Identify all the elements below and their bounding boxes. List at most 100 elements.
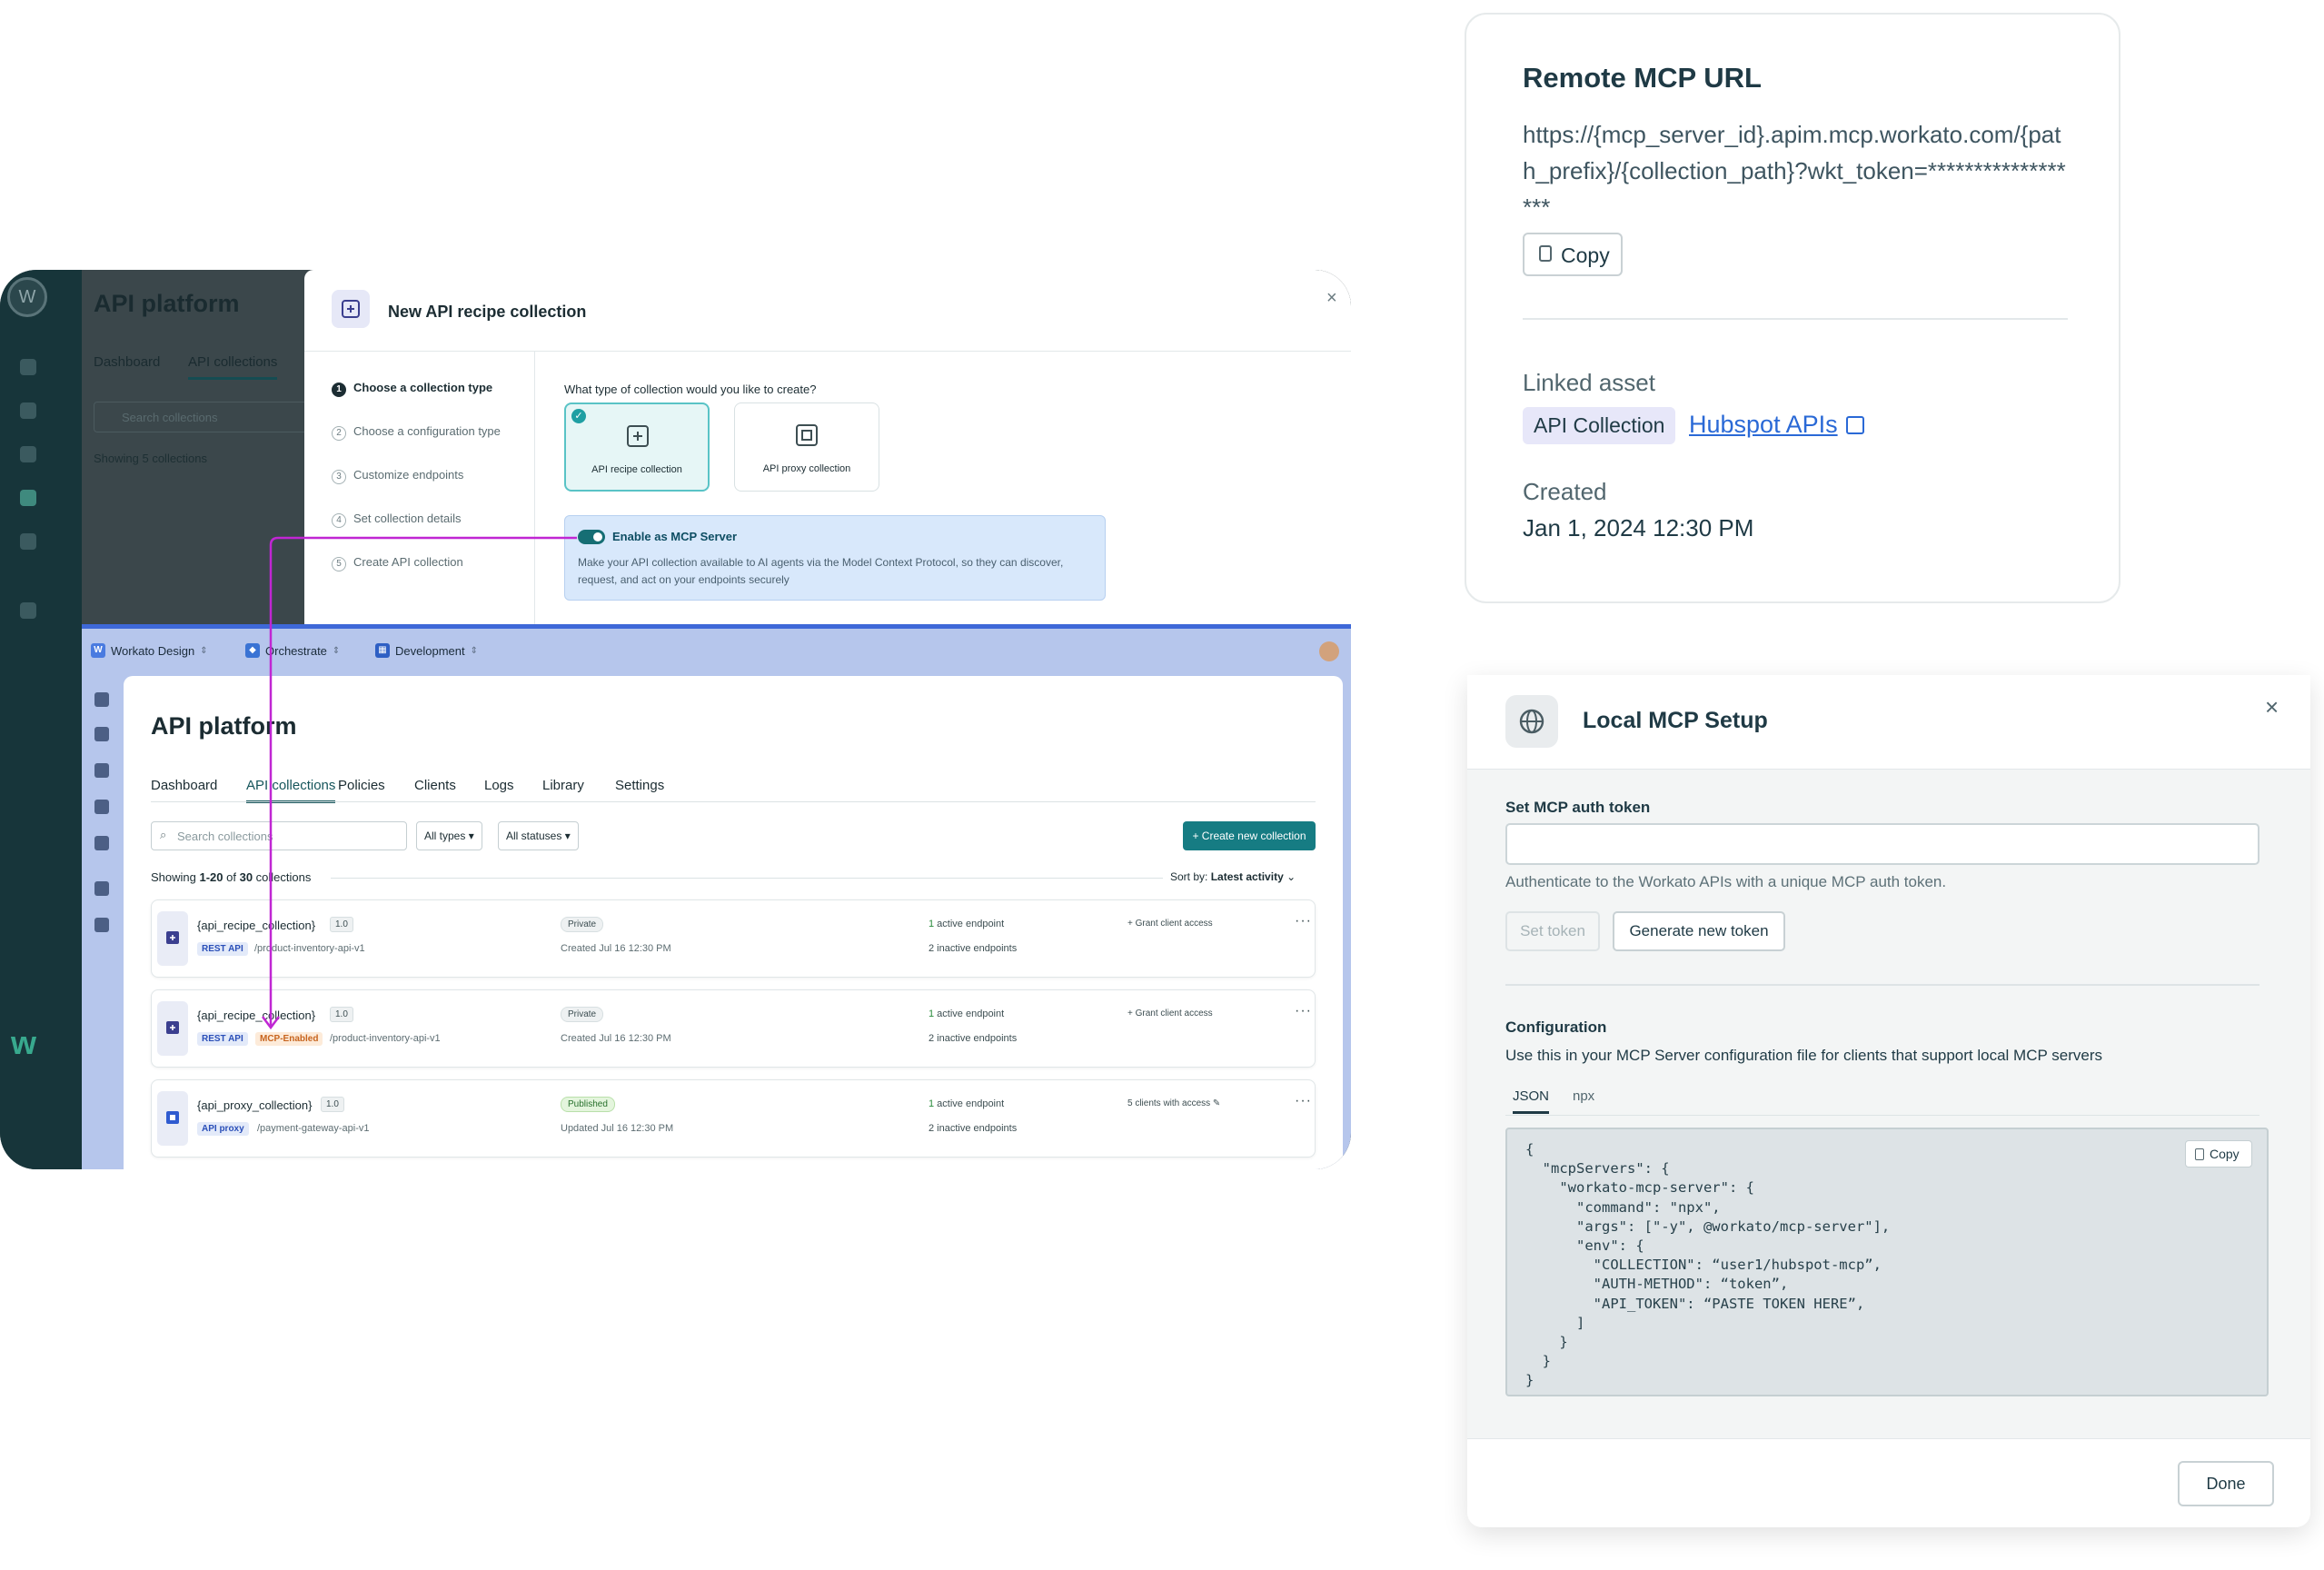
inactive-endpoints: 2 inactive endpoints xyxy=(929,943,1018,954)
collection-icon xyxy=(332,290,370,328)
nav-doc-icon[interactable] xyxy=(20,602,36,619)
type-filter-select[interactable]: All types ▾ xyxy=(416,821,482,850)
workspace-bar: W Workato Design ⇕ ◆ Orchestrate ⇕ ▦ Developm… xyxy=(82,629,1351,674)
breadcrumb-workspace[interactable]: W Workato Design ⇕ xyxy=(91,643,208,658)
tab-settings[interactable]: Settings xyxy=(615,778,664,793)
step-number: 3 xyxy=(332,470,346,484)
workspace-avatar[interactable]: W xyxy=(7,277,47,317)
mcp-server-toggle[interactable] xyxy=(578,530,605,544)
close-icon[interactable]: × xyxy=(2265,693,2279,721)
tab-library[interactable]: Library xyxy=(542,778,584,793)
option-label: API proxy collection xyxy=(762,463,851,474)
set-token-button[interactable]: Set token xyxy=(1505,911,1600,951)
done-button[interactable]: Done xyxy=(2178,1461,2274,1506)
workspace-icon: W xyxy=(91,643,105,658)
auth-token-label: Set MCP auth token xyxy=(1505,799,1651,816)
tab-api-collections[interactable]: API collections xyxy=(246,778,336,803)
auth-token-input[interactable] xyxy=(1505,823,2259,865)
nav-magic-icon[interactable] xyxy=(94,727,109,741)
chevron-updown-icon: ⇕ xyxy=(200,645,208,656)
option-api-recipe-collection[interactable]: ✓ API recipe collection xyxy=(564,402,710,492)
linked-asset-link[interactable]: Hubspot APIs xyxy=(1689,411,1838,439)
background-tab-dashboard[interactable]: Dashboard xyxy=(94,354,160,370)
nav-book-icon[interactable] xyxy=(20,446,36,462)
active-endpoints: 1 active endpoint xyxy=(929,1009,1004,1019)
sort-select[interactable]: Sort by: Latest activity ⌄ xyxy=(1163,870,1296,883)
card-divider xyxy=(1523,318,2068,320)
tab-npx[interactable]: npx xyxy=(1573,1088,1594,1104)
more-options-icon[interactable]: ··· xyxy=(1295,913,1312,929)
api-type-badge: REST API xyxy=(197,1032,248,1046)
new-collection-modal: New API recipe collection × 1 Choose a co… xyxy=(304,270,1351,633)
external-link-icon[interactable] xyxy=(1846,416,1864,434)
status-badge: Private xyxy=(561,1007,604,1022)
wizard-step[interactable]: 4 Set collection details xyxy=(332,512,462,528)
caret-down-icon: ▾ xyxy=(468,830,474,842)
auth-token-help: Authenticate to the Workato APIs with a … xyxy=(1505,873,1947,890)
nav-layers-icon[interactable] xyxy=(94,692,109,707)
nav-asterisk-icon[interactable] xyxy=(20,402,36,419)
nav-layers-icon[interactable] xyxy=(20,359,36,375)
wizard-step[interactable]: 2 Choose a configuration type xyxy=(332,424,501,441)
code-line-api-token: "API_TOKEN": “PASTE TOKEN HERE”, xyxy=(1525,1295,1865,1312)
background-search-input[interactable]: Search collections xyxy=(94,402,312,432)
nav-wrench-icon[interactable] xyxy=(20,533,36,550)
nav-doc-icon[interactable] xyxy=(94,881,109,896)
code-line: "workato-mcp-server": { xyxy=(1525,1179,1754,1197)
breadcrumb-project[interactable]: ◆ Orchestrate ⇕ xyxy=(245,643,340,658)
count-prefix: Showing xyxy=(151,870,200,884)
user-avatar[interactable] xyxy=(1319,641,1339,661)
code-line: } xyxy=(1525,1353,1551,1370)
search-icon: ⌕ xyxy=(160,828,167,841)
copy-url-button[interactable]: Copy xyxy=(1523,233,1623,276)
copy-icon xyxy=(2195,1148,2204,1160)
collection-count: Showing 1-20 of 30 collections xyxy=(151,870,311,884)
copy-config-button[interactable]: Copy xyxy=(2185,1140,2252,1168)
modal-close-icon[interactable]: × xyxy=(1326,288,1337,309)
nav-grid-icon[interactable] xyxy=(94,800,109,814)
breadcrumb-label: Orchestrate xyxy=(265,643,327,658)
tab-dashboard[interactable]: Dashboard xyxy=(151,778,217,793)
step-label: Choose a collection type xyxy=(353,381,493,394)
background-tab-api-collections[interactable]: API collections xyxy=(188,354,278,380)
tab-clients[interactable]: Clients xyxy=(414,778,456,793)
tab-logs[interactable]: Logs xyxy=(484,778,514,793)
collection-name[interactable]: {api_recipe_collection} xyxy=(197,919,315,932)
nav-asterisk-icon[interactable] xyxy=(94,763,109,778)
wizard-step[interactable]: 1 Choose a collection type xyxy=(332,381,492,397)
breadcrumb-environment[interactable]: ▦ Development ⇕ xyxy=(375,643,478,658)
config-code-block: { "mcpServers": { "workato-mcp-server": … xyxy=(1505,1128,2269,1396)
tab-policies[interactable]: Policies xyxy=(338,778,385,793)
create-collection-button[interactable]: + Create new collection xyxy=(1183,821,1316,850)
collection-name[interactable]: {api_proxy_collection} xyxy=(197,1098,312,1112)
wizard-step[interactable]: 5 Create API collection xyxy=(332,555,463,571)
option-api-proxy-collection[interactable]: API proxy collection xyxy=(734,402,879,492)
created-date: Created Jul 16 12:30 PM xyxy=(561,1033,671,1044)
nav-table-icon[interactable] xyxy=(94,918,109,932)
search-input[interactable]: ⌕ Search collections xyxy=(151,821,407,850)
proxy-collection-icon xyxy=(157,1091,188,1146)
active-text: active endpoint xyxy=(934,1098,1005,1109)
more-options-icon[interactable]: ··· xyxy=(1295,1093,1312,1109)
recipe-collection-icon xyxy=(627,425,649,447)
panel-footer: Done xyxy=(1467,1438,2310,1527)
table-row[interactable]: {api_recipe_collection} 1.0 REST API MCP… xyxy=(151,989,1316,1068)
remote-mcp-card: Remote MCP URL https://{mcp_server_id}.a… xyxy=(1465,13,2120,603)
grant-access-link[interactable]: + Grant client access xyxy=(1127,1009,1213,1019)
table-row[interactable]: {api_proxy_collection} 1.0 API proxy /pa… xyxy=(151,1079,1316,1158)
nav-grid-icon[interactable] xyxy=(20,490,36,506)
inactive-endpoints: 2 inactive endpoints xyxy=(929,1123,1018,1134)
tab-json[interactable]: JSON xyxy=(1513,1088,1550,1114)
code-line: } xyxy=(1525,1334,1568,1351)
clients-with-access-link[interactable]: 5 clients with access ✎ xyxy=(1127,1098,1220,1108)
table-row[interactable]: {api_recipe_collection} 1.0 REST API /pr… xyxy=(151,899,1316,978)
wizard-step[interactable]: 3 Customize endpoints xyxy=(332,468,463,484)
generate-token-button[interactable]: Generate new token xyxy=(1613,911,1785,951)
status-filter-select[interactable]: All statuses ▾ xyxy=(498,821,579,850)
nav-wrench-icon[interactable] xyxy=(94,836,109,850)
more-options-icon[interactable]: ··· xyxy=(1295,1003,1312,1019)
collection-name[interactable]: {api_recipe_collection} xyxy=(197,1009,315,1022)
search-placeholder: Search collections xyxy=(177,830,273,843)
grant-access-link[interactable]: + Grant client access xyxy=(1127,919,1213,929)
page-title: API platform xyxy=(151,712,297,740)
